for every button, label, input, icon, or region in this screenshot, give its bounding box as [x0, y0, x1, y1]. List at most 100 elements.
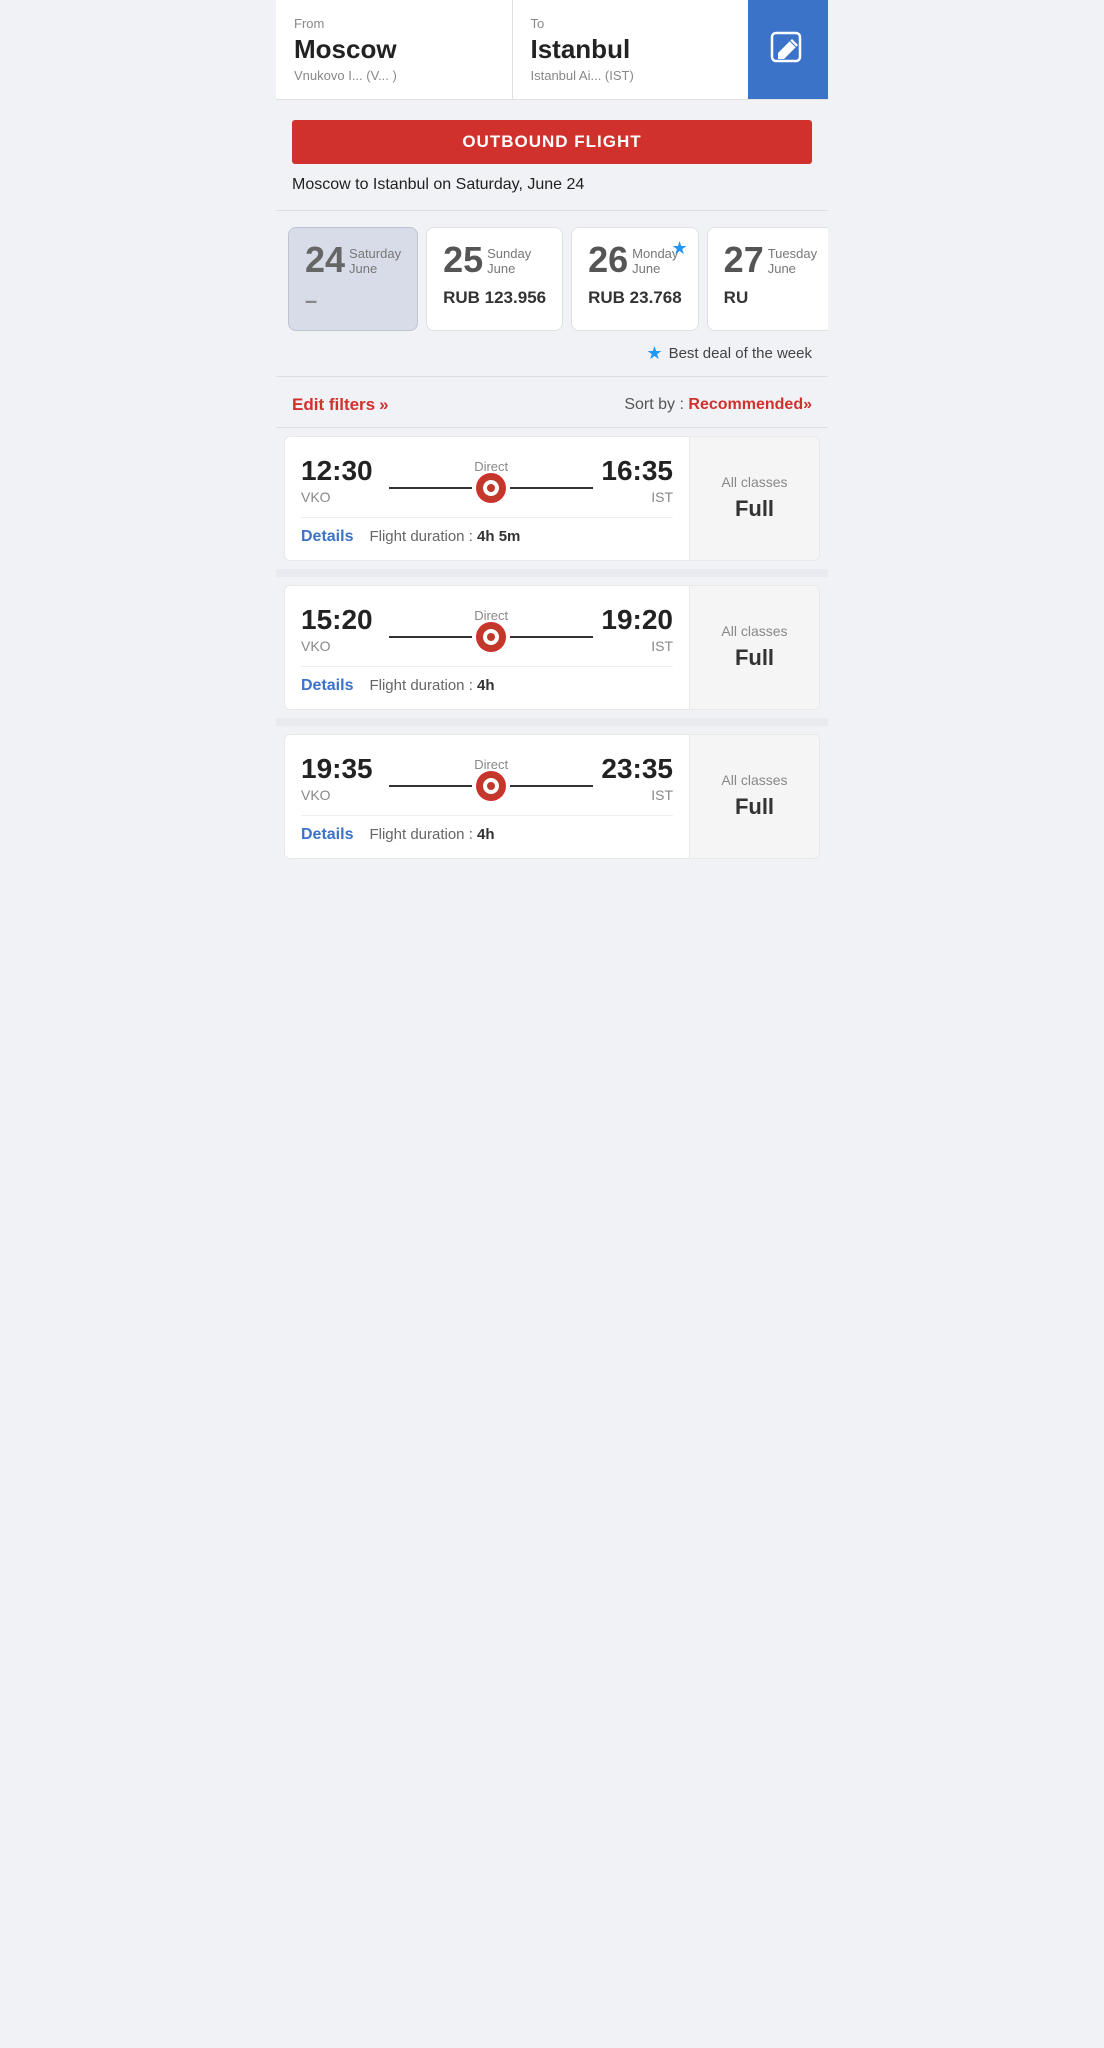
flight-times-row-2: 19:35 VKO Direct — [301, 753, 673, 803]
fare-label-0: All classes — [721, 474, 787, 490]
date-card-25[interactable]: 25 Sunday June RUB 123.956 — [426, 227, 563, 331]
arrive-time-0: 16:35 — [601, 455, 673, 487]
fare-panel-2: All classes Full — [689, 735, 819, 858]
flight-duration-0: Flight duration : 4h 5m — [369, 528, 520, 545]
date-card-26[interactable]: ★ 26 Monday June RUB 23.768 — [571, 227, 699, 331]
edit-filters-label: Edit filters — [292, 395, 375, 415]
date-price: RUB 23.768 — [588, 288, 682, 308]
flight-main-1: 15:20 VKO Direct — [285, 586, 689, 709]
date-day-month: Saturday June — [349, 246, 401, 277]
airline-logo-1 — [476, 622, 506, 652]
fare-status-2: Full — [735, 794, 774, 820]
to-city: Istanbul — [531, 35, 731, 64]
flight-line-section-2: Direct — [381, 757, 601, 798]
date-card-24[interactable]: 24 Saturday June – — [288, 227, 418, 331]
flight-type-2: Direct — [474, 757, 508, 772]
flights-container: 12:30 VKO Direct — [276, 436, 828, 859]
flight-divider-1 — [276, 718, 828, 726]
outbound-banner-text: OUTBOUND FLIGHT — [292, 132, 812, 152]
flight-line-section-0: Direct — [381, 459, 601, 500]
date-price: RU — [724, 288, 817, 308]
depart-time-0: 12:30 — [301, 455, 381, 487]
flight-times-row-0: 12:30 VKO Direct — [301, 455, 673, 505]
date-top-row: 26 Monday June — [588, 242, 682, 278]
edit-search-button[interactable] — [748, 0, 828, 99]
line-bar-right-1 — [510, 636, 593, 638]
from-city: Moscow — [294, 35, 494, 64]
flight-type-0: Direct — [474, 459, 508, 474]
fare-panel-1: All classes Full — [689, 586, 819, 709]
flight-line-1 — [389, 625, 593, 649]
flight-divider-0 — [276, 569, 828, 577]
to-airport: Istanbul Ai... (IST) — [531, 68, 731, 83]
depart-section-1: 15:20 VKO — [301, 604, 381, 654]
edit-filters-button[interactable]: Edit filters » — [292, 395, 389, 415]
outbound-subtitle: Moscow to Istanbul on Saturday, June 24 — [276, 164, 828, 194]
fare-label-2: All classes — [721, 772, 787, 788]
flight-duration-1: Flight duration : 4h — [369, 677, 494, 694]
depart-time-1: 15:20 — [301, 604, 381, 636]
arrive-airport-0: IST — [601, 489, 673, 505]
flight-type-1: Direct — [474, 608, 508, 623]
flight-card-2: 19:35 VKO Direct — [284, 734, 820, 859]
flight-details-row-1: Details Flight duration : 4h — [301, 666, 673, 695]
line-bar-left-1 — [389, 636, 472, 638]
arrive-airport-1: IST — [601, 638, 673, 654]
arrive-section-0: 16:35 IST — [601, 455, 673, 505]
outbound-banner: OUTBOUND FLIGHT — [292, 120, 812, 164]
depart-section-0: 12:30 VKO — [301, 455, 381, 505]
arrive-time-1: 19:20 — [601, 604, 673, 636]
fare-status-0: Full — [735, 496, 774, 522]
date-top-row: 25 Sunday June — [443, 242, 546, 278]
divider-3 — [276, 427, 828, 428]
depart-time-2: 19:35 — [301, 753, 381, 785]
arrive-section-1: 19:20 IST — [601, 604, 673, 654]
flight-duration-2: Flight duration : 4h — [369, 826, 494, 843]
date-number: 25 — [443, 242, 483, 278]
line-bar-right-0 — [510, 487, 593, 489]
edit-icon — [770, 31, 806, 67]
arrive-airport-2: IST — [601, 787, 673, 803]
from-section: From Moscow Vnukovo I... (V... ) — [276, 0, 513, 99]
sort-by-section: Sort by : Recommended» — [624, 396, 812, 414]
fare-label-1: All classes — [721, 623, 787, 639]
flight-line-section-1: Direct — [381, 608, 601, 649]
depart-airport-0: VKO — [301, 489, 381, 505]
flight-line-0 — [389, 476, 593, 500]
line-bar-right-2 — [510, 785, 593, 787]
best-deal-label: Best deal of the week — [669, 345, 812, 362]
depart-airport-1: VKO — [301, 638, 381, 654]
sort-arrows: » — [803, 396, 812, 413]
depart-section-2: 19:35 VKO — [301, 753, 381, 803]
date-day-month: Sunday June — [487, 246, 531, 277]
airline-logo-0 — [476, 473, 506, 503]
depart-airport-2: VKO — [301, 787, 381, 803]
airline-logo-svg-1 — [477, 623, 505, 651]
flight-times-row-1: 15:20 VKO Direct — [301, 604, 673, 654]
details-link-2[interactable]: Details — [301, 826, 353, 844]
date-top-row: 24 Saturday June — [305, 242, 401, 278]
details-link-0[interactable]: Details — [301, 528, 353, 546]
date-number: 24 — [305, 242, 345, 278]
edit-filters-arrows: » — [379, 395, 388, 415]
to-section: To Istanbul Istanbul Ai... (IST) — [513, 0, 749, 99]
best-deal-star-icon: ★ — [646, 343, 662, 364]
filters-row: Edit filters » Sort by : Recommended» — [276, 377, 828, 427]
line-bar-left-2 — [389, 785, 472, 787]
arrive-time-2: 23:35 — [601, 753, 673, 785]
flight-card-1: 15:20 VKO Direct — [284, 585, 820, 710]
sort-by-value: Recommended — [688, 396, 803, 413]
from-label: From — [294, 16, 494, 31]
to-label: To — [531, 16, 731, 31]
date-day-month: Tuesday June — [768, 246, 817, 277]
flight-line-2 — [389, 774, 593, 798]
details-link-1[interactable]: Details — [301, 677, 353, 695]
airline-logo-2 — [476, 771, 506, 801]
best-deal-badge: ★ — [672, 238, 688, 259]
flight-details-row-0: Details Flight duration : 4h 5m — [301, 517, 673, 546]
date-number: 26 — [588, 242, 628, 278]
date-card-27[interactable]: 27 Tuesday June RU — [707, 227, 828, 331]
fare-panel-0: All classes Full — [689, 437, 819, 560]
fare-status-1: Full — [735, 645, 774, 671]
divider-1 — [276, 210, 828, 211]
